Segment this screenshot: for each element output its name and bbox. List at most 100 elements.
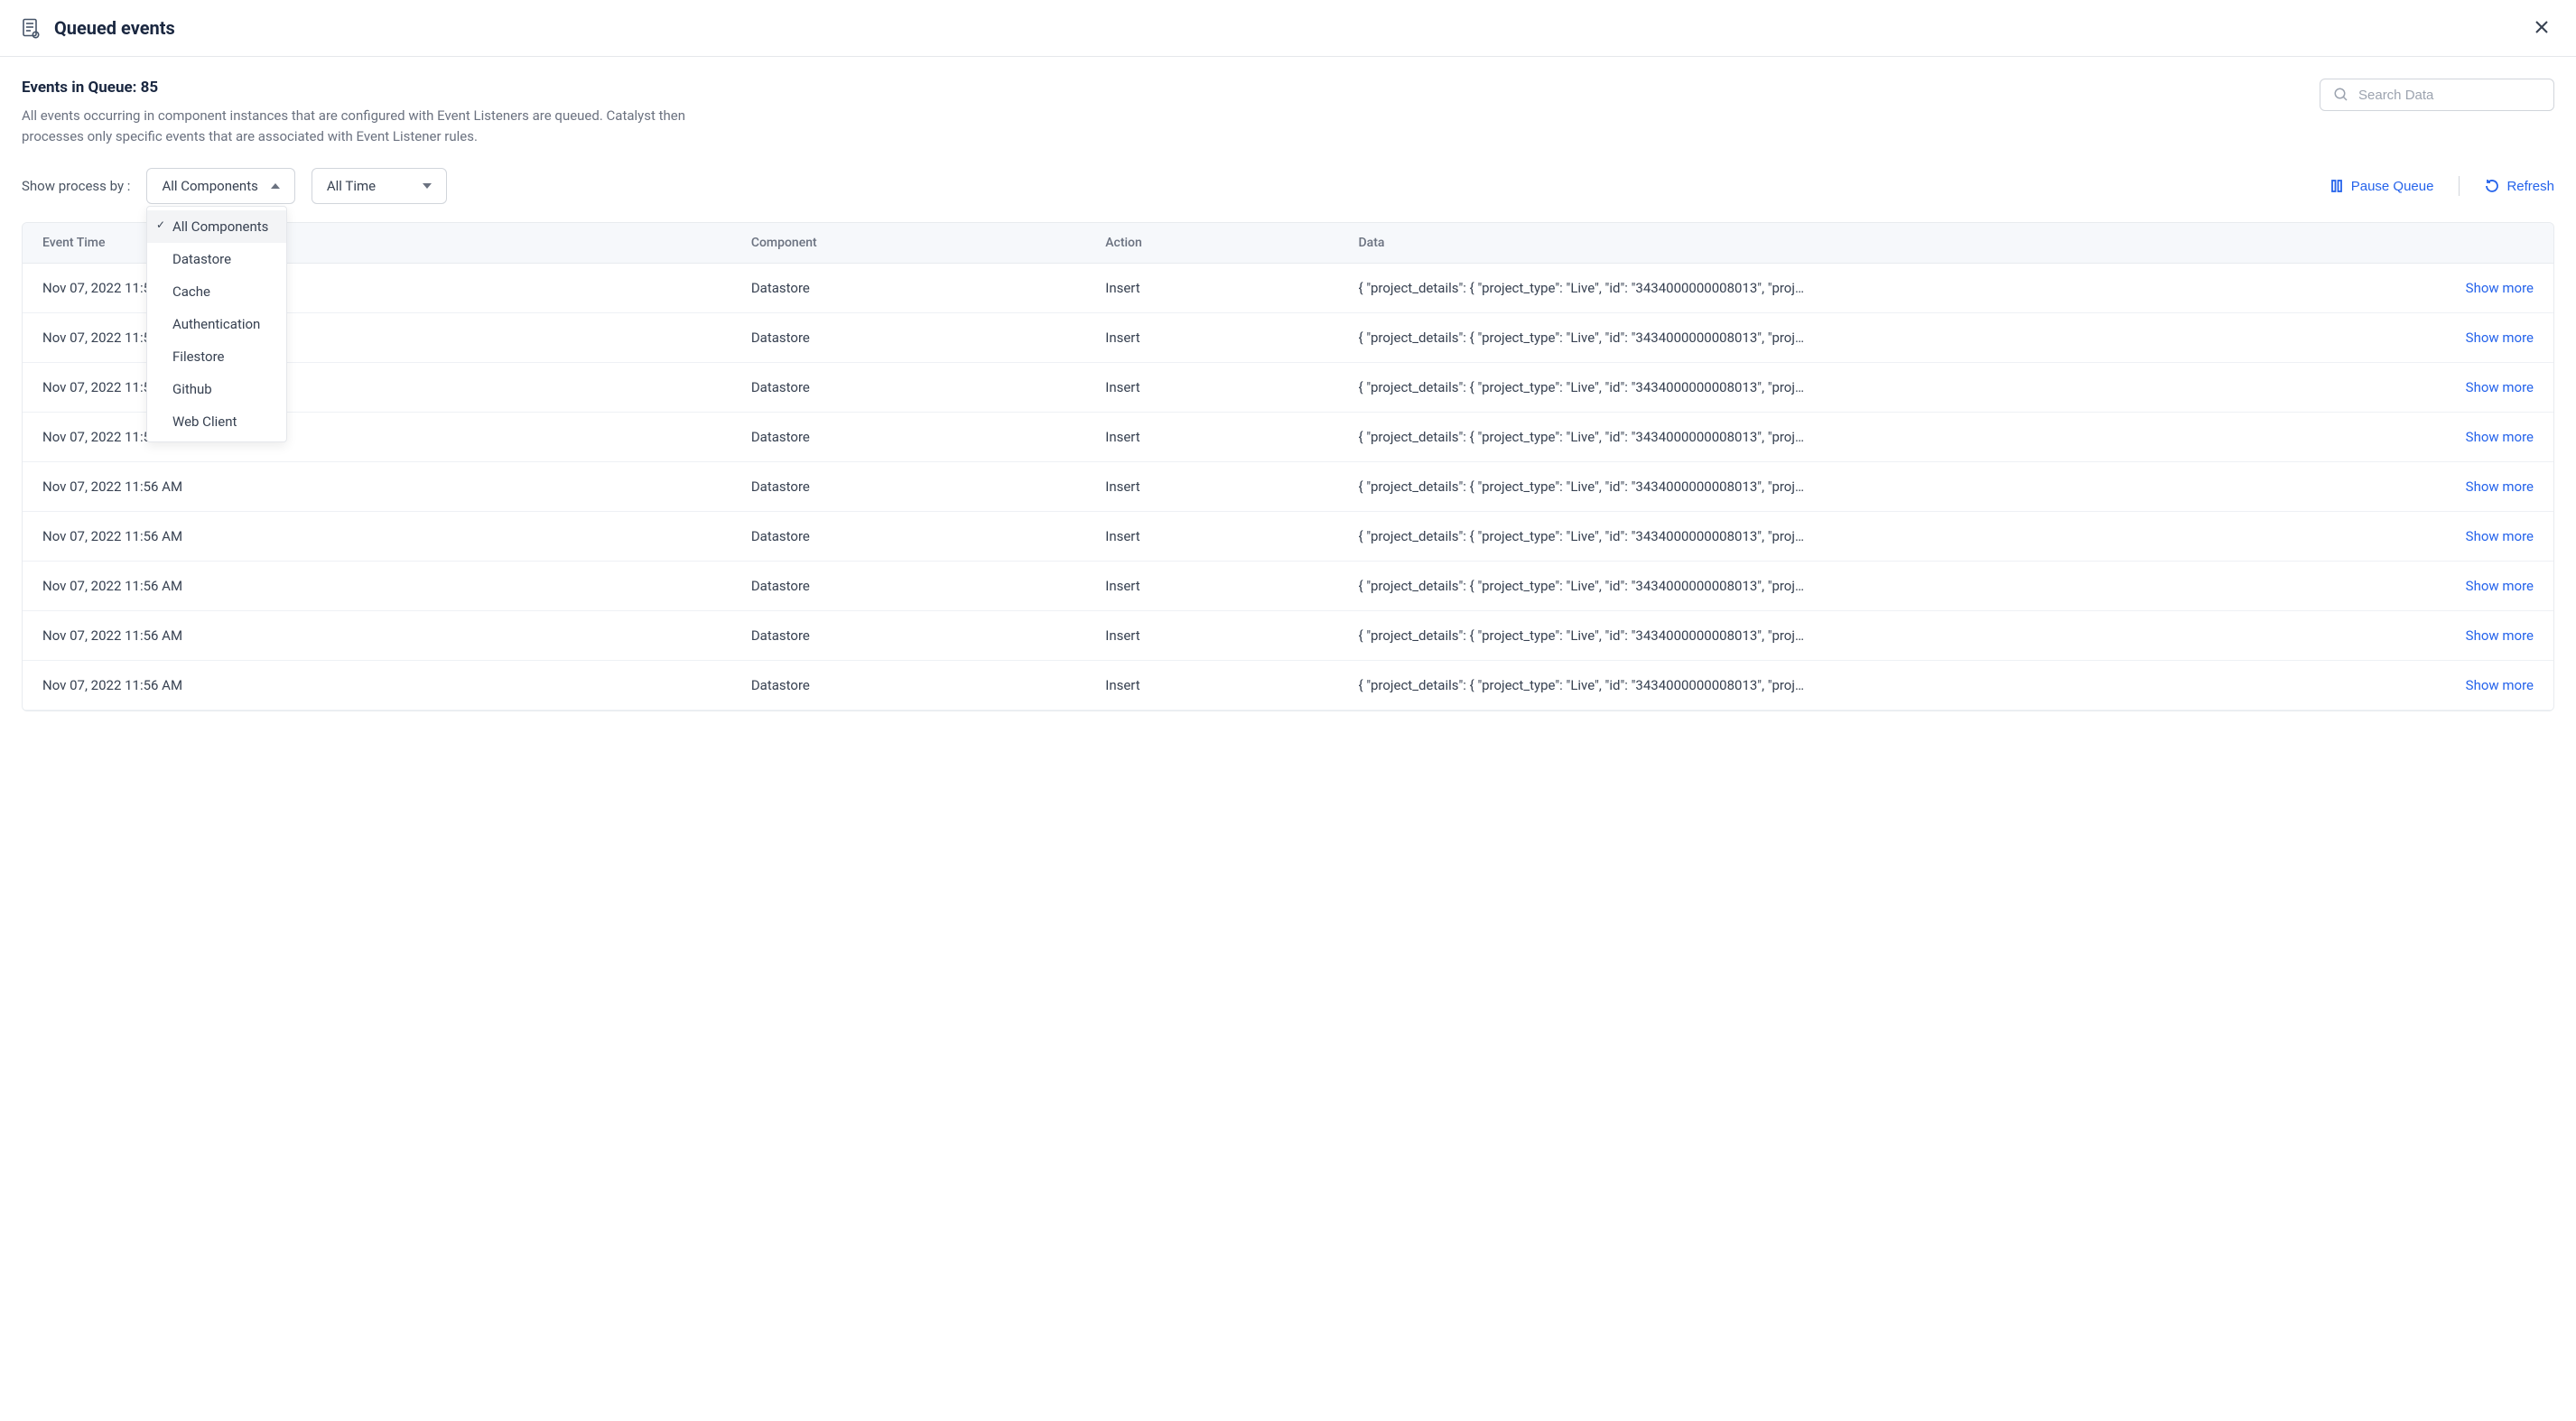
filters-left: Show process by : All Components All Tim… [22,168,447,204]
cell-event-time: Nov 07, 2022 11:56 AM [23,661,731,710]
col-event-time: Event Time [23,223,731,264]
show-more-link[interactable]: Show more [2466,528,2534,544]
events-table: Event Time Component Action Data Nov 07,… [23,223,2553,710]
data-text: { "project_details": { "project_type": "… [1359,379,2453,395]
pause-label: Pause Queue [2351,179,2434,194]
refresh-label: Refresh [2506,179,2554,194]
dropdown-item[interactable]: Github [147,373,286,405]
close-icon [2534,20,2549,34]
data-text: { "project_details": { "project_type": "… [1359,528,2453,544]
table-row: Nov 07, 2022 11:56 AMDatastoreInsert { "p… [23,313,2553,363]
show-more-link[interactable]: Show more [2466,478,2534,495]
col-data: Data [1339,223,2553,264]
filter-label: Show process by : [22,178,130,194]
show-more-link[interactable]: Show more [2466,330,2534,346]
queue-info: Events in Queue: 85 All events occurring… [22,79,690,146]
time-select[interactable]: All Time [312,168,447,204]
refresh-button[interactable]: Refresh [2485,179,2554,194]
component-select-value: All Components [162,178,257,194]
cell-action: Insert [1085,264,1338,313]
cell-data: { "project_details": { "project_type": "… [1339,562,2553,611]
cell-component: Datastore [731,313,1085,363]
dropdown-item[interactable]: Datastore [147,243,286,275]
component-dropdown-panel: All ComponentsDatastoreCacheAuthenticati… [146,206,287,442]
cell-event-time: Nov 07, 2022 11:56 AM [23,363,731,413]
document-icon [20,17,42,39]
cell-event-time: Nov 07, 2022 11:56 AM [23,562,731,611]
data-text: { "project_details": { "project_type": "… [1359,578,2453,594]
data-text: { "project_details": { "project_type": "… [1359,429,2453,445]
cell-component: Datastore [731,413,1085,462]
chevron-up-icon [271,183,280,189]
cell-data: { "project_details": { "project_type": "… [1339,363,2553,413]
cell-component: Datastore [731,462,1085,512]
table-header-row: Event Time Component Action Data [23,223,2553,264]
show-more-link[interactable]: Show more [2466,627,2534,644]
cell-action: Insert [1085,363,1338,413]
refresh-icon [2485,179,2499,193]
cell-component: Datastore [731,562,1085,611]
cell-data: { "project_details": { "project_type": "… [1339,313,2553,363]
chevron-down-icon [423,183,432,189]
table-row: Nov 07, 2022 11:56 AMDatastoreInsert{ "p… [23,611,2553,661]
cell-data: { "project_details": { "project_type": "… [1339,661,2553,710]
cell-data: { "project_details": { "project_type": "… [1339,512,2553,562]
header-left: Queued events [20,17,175,39]
cell-data: { "project_details": { "project_type": "… [1339,413,2553,462]
show-more-link[interactable]: Show more [2466,578,2534,594]
data-text: { "project_details": { "project_type": "… [1359,330,2453,346]
show-more-link[interactable]: Show more [2466,379,2534,395]
cell-event-time: Nov 07, 2022 11:56 AM [23,512,731,562]
cell-component: Datastore [731,611,1085,661]
col-action: Action [1085,223,1338,264]
dropdown-item[interactable]: Authentication [147,308,286,340]
cell-action: Insert [1085,562,1338,611]
table-row: Nov 07, 2022 11:56 AMDatastoreInsert { "p… [23,462,2553,512]
show-more-link[interactable]: Show more [2466,677,2534,693]
dropdown-item[interactable]: All Components [147,210,286,243]
cell-component: Datastore [731,363,1085,413]
cell-data: { "project_details": { "project_type": "… [1339,264,2553,313]
pause-icon [2330,179,2344,193]
actions-right: Pause Queue Refresh [2330,176,2554,196]
cell-action: Insert [1085,313,1338,363]
cell-component: Datastore [731,512,1085,562]
cell-event-time: Nov 07, 2022 11:56 AM [23,413,731,462]
search-input[interactable] [2358,88,2541,103]
show-more-link[interactable]: Show more [2466,280,2534,296]
cell-data: { "project_details": { "project_type": "… [1339,611,2553,661]
queue-count: Events in Queue: 85 [22,79,690,97]
cell-action: Insert [1085,661,1338,710]
data-text: { "project_details": { "project_type": "… [1359,478,2453,495]
dialog-header: Queued events [0,0,2576,57]
info-row: Events in Queue: 85 All events occurring… [22,79,2554,146]
time-select-value: All Time [327,178,376,194]
cell-action: Insert [1085,462,1338,512]
search-icon [2333,87,2349,103]
table-row: Nov 07, 2022 11:56 AMDatastoreInsert { "p… [23,363,2553,413]
search-box[interactable] [2320,79,2554,111]
component-select[interactable]: All Components [146,168,294,204]
data-text: { "project_details": { "project_type": "… [1359,280,2453,296]
content-area: Events in Queue: 85 All events occurring… [0,57,2576,733]
pause-queue-button[interactable]: Pause Queue [2330,179,2434,194]
filters-row: Show process by : All Components All Tim… [22,168,2554,204]
events-table-wrap: Event Time Component Action Data Nov 07,… [22,222,2554,711]
table-row: Nov 07, 2022 11:56 AMDatastoreInsert{ "p… [23,264,2553,313]
queue-description: All events occurring in component instan… [22,106,690,146]
table-row: Nov 07, 2022 11:56 AMDatastoreInsert { "p… [23,512,2553,562]
dropdown-item[interactable]: Cache [147,275,286,308]
cell-component: Datastore [731,661,1085,710]
dropdown-item[interactable]: Filestore [147,340,286,373]
col-component: Component [731,223,1085,264]
show-more-link[interactable]: Show more [2466,429,2534,445]
dropdown-item[interactable]: Web Client [147,405,286,438]
cell-component: Datastore [731,264,1085,313]
cell-event-time: Nov 07, 2022 11:56 AM [23,611,731,661]
cell-event-time: Nov 07, 2022 11:56 AM [23,462,731,512]
cell-action: Insert [1085,512,1338,562]
table-row: Nov 07, 2022 11:56 AMDatastoreInsert{ "p… [23,661,2553,710]
cell-event-time: Nov 07, 2022 11:56 AM [23,313,731,363]
page-title: Queued events [54,17,175,39]
close-button[interactable] [2527,13,2556,43]
